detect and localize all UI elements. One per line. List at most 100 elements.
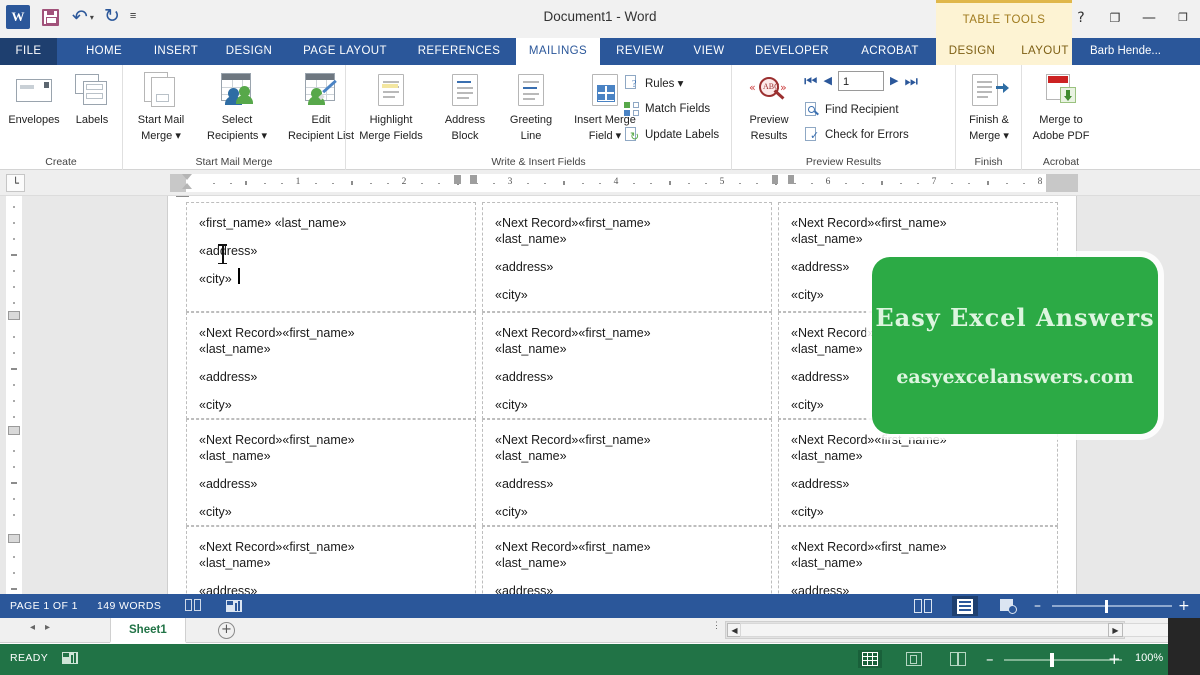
tab-developer[interactable]: DEVELOPER — [740, 38, 844, 65]
envelopes-button[interactable]: Envelopes — [4, 69, 64, 127]
excel-zoom-in-button[interactable]: + — [1108, 651, 1121, 668]
start-mail-merge-button[interactable]: Start Mail Merge ▾ — [129, 69, 193, 143]
greeting-line-button[interactable]: Greeting Line — [500, 69, 562, 143]
page-indicator[interactable]: PAGE 1 OF 1 — [10, 594, 78, 618]
tab-stop-marker-4[interactable] — [788, 175, 794, 184]
excel-zoom-level[interactable]: 100% — [1135, 652, 1163, 664]
tab-design[interactable]: DESIGN — [216, 38, 282, 65]
label-cell[interactable]: «Next Record»«first_name» «last_name» «a… — [482, 312, 772, 419]
vertical-indent-marker-2[interactable] — [8, 426, 20, 435]
sheet-nav-prev-icon[interactable]: ◂ — [30, 622, 45, 633]
highlight-merge-fields-label-2: Merge Fields — [352, 130, 430, 143]
tab-view[interactable]: VIEW — [682, 38, 736, 65]
ribbon-display-options-icon[interactable]: ❐ — [1098, 4, 1132, 32]
last-record-icon[interactable]: ⏭ — [904, 73, 918, 89]
merge-field-line: «city» — [495, 397, 761, 413]
merge-to-adobe-pdf-button[interactable]: Merge to Adobe PDF — [1024, 69, 1098, 143]
sheet-tab-sheet1[interactable]: Sheet1 — [110, 618, 186, 643]
vertical-indent-marker-1[interactable] — [8, 311, 20, 320]
first-record-icon[interactable]: ⏮ — [804, 73, 818, 89]
tab-table-design[interactable]: DESIGN — [938, 38, 1006, 65]
split-handle[interactable]: ⋮ — [712, 623, 721, 628]
web-layout-icon[interactable] — [995, 596, 1021, 616]
scroll-right-arrow-icon[interactable]: ▶ — [1108, 623, 1123, 637]
zoom-slider-handle[interactable] — [1105, 600, 1108, 613]
envelope-icon — [4, 69, 64, 111]
excel-horizontal-scrollbar[interactable]: ◀ ▶ — [725, 621, 1125, 639]
help-icon[interactable]: ? — [1064, 4, 1098, 32]
highlight-merge-fields-button[interactable]: Highlight Merge Fields — [352, 69, 430, 143]
proofing-errors-icon[interactable] — [185, 598, 202, 613]
vertical-ruler[interactable] — [6, 196, 22, 594]
read-mode-icon[interactable] — [910, 596, 936, 616]
excel-zoom-slider-handle[interactable] — [1050, 653, 1054, 667]
select-recipients-button[interactable]: Select Recipients ▾ — [197, 69, 277, 143]
user-account-name[interactable]: Barb Hende... — [1090, 38, 1161, 65]
watermark-badge: Easy Excel Answers easyexcelanswers.com — [872, 257, 1158, 434]
restore-icon[interactable]: ❐ — [1166, 4, 1200, 32]
zoom-out-button[interactable]: – — [1034, 597, 1041, 615]
label-cell[interactable]: «first_name» «last_name» «address» «city… — [186, 202, 476, 312]
ribbon: Envelopes Labels Create — [0, 65, 1200, 170]
labels-button[interactable]: Labels — [66, 69, 118, 127]
tab-stop-marker-3[interactable] — [772, 175, 778, 184]
merge-field-line: «address» — [495, 369, 761, 385]
update-labels-button[interactable]: ↻ Update Labels — [624, 127, 719, 143]
print-layout-icon[interactable] — [952, 596, 978, 616]
tab-insert[interactable]: INSERT — [143, 38, 209, 65]
first-line-indent-marker[interactable] — [182, 174, 189, 190]
macro-record-icon[interactable] — [62, 650, 78, 665]
label-cell[interactable]: «Next Record»«first_name» «last_name» «a… — [482, 526, 772, 594]
record-number-input[interactable]: 1 — [838, 71, 884, 91]
label-cell[interactable]: «Next Record»«first_name» «last_name» «a… — [186, 419, 476, 526]
tab-home[interactable]: HOME — [73, 38, 135, 65]
sheet-nav-arrows[interactable]: ◂▸ — [30, 622, 60, 633]
previous-record-icon[interactable]: ◀ — [824, 73, 832, 89]
next-record-icon[interactable]: ▶ — [890, 73, 898, 89]
vertical-indent-marker-3[interactable] — [8, 534, 20, 543]
excel-zoom-out-button[interactable]: – — [986, 651, 994, 668]
tab-mailings[interactable]: MAILINGS — [516, 38, 600, 65]
label-cell[interactable]: «Next Record»«first_name» «last_name» «a… — [778, 419, 1058, 526]
tab-stop-selector[interactable]: └ — [6, 174, 25, 192]
tab-acrobat[interactable]: ACROBAT — [846, 38, 934, 65]
label-cell[interactable]: «Next Record»«first_name» «last_name» «a… — [778, 526, 1058, 594]
table-move-handle[interactable] — [176, 196, 189, 197]
zoom-in-button[interactable]: + — [1178, 597, 1190, 615]
zoom-slider[interactable] — [1052, 605, 1172, 607]
page-layout-view-icon[interactable] — [902, 650, 926, 668]
tab-references[interactable]: REFERENCES — [404, 38, 514, 65]
tab-file[interactable]: FILE — [0, 38, 57, 65]
match-fields-button[interactable]: Match Fields — [624, 101, 710, 117]
ruler-tick-7: 7 — [932, 177, 937, 187]
rules-icon: ? — [624, 75, 640, 91]
excel-zoom-slider[interactable] — [1004, 659, 1122, 661]
ruler-right-margin — [1046, 174, 1078, 192]
rules-button[interactable]: ? Rules ▾ — [624, 75, 683, 91]
page-break-preview-icon[interactable] — [946, 650, 970, 668]
tab-stop-marker-2[interactable] — [470, 175, 477, 184]
normal-view-icon[interactable] — [858, 650, 882, 668]
label-cell[interactable]: «Next Record»«first_name» «last_name» «a… — [482, 419, 772, 526]
tab-table-layout[interactable]: LAYOUT — [1010, 38, 1080, 65]
check-for-errors-button[interactable]: ✓ Check for Errors — [804, 127, 909, 143]
preview-results-button[interactable]: « » ABC Preview Results — [738, 69, 800, 143]
address-block-button[interactable]: Address Block — [434, 69, 496, 143]
word-count[interactable]: 149 WORDS — [97, 594, 161, 618]
label-cell[interactable]: «Next Record»«first_name» «last_name» «a… — [482, 202, 772, 312]
macro-record-icon[interactable] — [226, 598, 242, 613]
finish-and-merge-button[interactable]: Finish & Merge ▾ — [958, 69, 1020, 143]
tab-review[interactable]: REVIEW — [604, 38, 676, 65]
sheet-nav-next-icon[interactable]: ▸ — [45, 622, 60, 633]
label-cell[interactable]: «Next Record»«first_name» «last_name» «a… — [186, 526, 476, 594]
merge-field-line: «Next Record»«first_name» «last_name» — [791, 215, 986, 247]
tab-stop-marker-1[interactable] — [454, 175, 461, 184]
find-recipient-button[interactable]: Find Recipient — [804, 102, 899, 118]
new-sheet-button[interactable]: + — [218, 622, 235, 639]
scrollbar-thumb[interactable] — [740, 623, 1200, 637]
group-label-write-insert-fields: Write & Insert Fields — [346, 156, 731, 168]
horizontal-ruler[interactable]: 1 2 3 4 5 6 7 8 — [170, 174, 1078, 192]
label-cell[interactable]: «Next Record»«first_name» «last_name» «a… — [186, 312, 476, 419]
tab-page-layout[interactable]: PAGE LAYOUT — [290, 38, 400, 65]
minimize-icon[interactable]: — — [1132, 4, 1166, 32]
